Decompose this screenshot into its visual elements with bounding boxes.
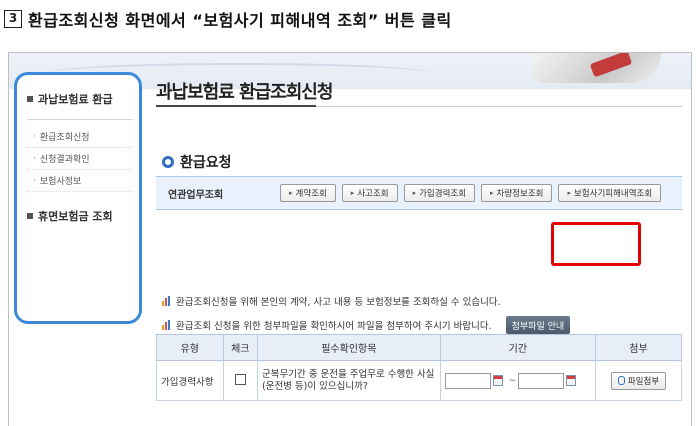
sidebar-item-label: 환급조회신청 xyxy=(39,133,90,143)
instruction-text: 환급조회신청 화면에서 “보험사기 피해내역 조회” 버튼 클릭 xyxy=(28,11,452,30)
circle-bullet-icon xyxy=(162,156,174,168)
calendar-icon[interactable] xyxy=(492,375,503,386)
table-row: 가입경력사항 군복무기간 중 운전을 주업무로 수행한 사실(운전병 등)이 있… xyxy=(156,360,682,401)
row-attach-cell: 파일첨부 xyxy=(595,360,682,401)
arrow-right-icon: ▸ xyxy=(350,189,355,197)
column-header-check: 체크 xyxy=(222,334,259,361)
section-title-label: 환급요청 xyxy=(180,155,232,171)
start-date-input[interactable] xyxy=(444,372,491,389)
sidebar-item-label: 보험사정보 xyxy=(39,177,82,187)
button-label: 사고조회 xyxy=(357,189,389,199)
sidebar-section-label: 휴면보험금 조회 xyxy=(38,210,113,223)
sidebar-item-insurer-info[interactable]: · 보험사정보 xyxy=(27,170,133,192)
row-check-cell xyxy=(222,360,259,401)
dot-bullet-icon: · xyxy=(33,153,36,164)
file-attach-button[interactable]: 파일첨부 xyxy=(610,371,667,390)
related-lookup-bar: 연관업무조회 ▸ 계약조회 ▸ 사고조회 ▸ 가입경력조회 ▸ 차량정보조회 ▸ 보험사기… xyxy=(156,176,682,210)
calendar-icon[interactable] xyxy=(566,375,577,386)
row-type: 가입경력사항 xyxy=(156,360,224,401)
enrollment-history-button[interactable]: ▸ 가입경력조회 xyxy=(403,184,476,202)
attachment-guide-button[interactable]: 첨부파일 안내 xyxy=(505,316,571,334)
column-header-item: 필수확인항목 xyxy=(257,334,441,361)
required-items-table: 유형 체크 필수확인항목 기간 첨부 가입경력사항 군복무기간 중 운전을 주업… xyxy=(156,334,682,401)
arrow-right-icon: ▸ xyxy=(289,189,293,197)
bar-chart-icon xyxy=(162,296,172,306)
row-item-text: 군복무기간 중 운전을 주업무로 수행한 사실(운전병 등)이 있으십니까? xyxy=(257,360,441,401)
date-range: ~ xyxy=(444,372,591,389)
banner-car-illustration xyxy=(531,53,661,83)
bar-chart-icon xyxy=(162,320,172,330)
step-number-box: 3 xyxy=(4,10,22,28)
fraud-damage-lookup-button[interactable]: ▸ 보험사기피해내역조회 xyxy=(558,184,662,202)
info-line-2: 환급조회 신청을 위한 첨부파일을 확인하시어 파일을 첨부하여 주시기 바랍니… xyxy=(162,316,571,334)
sidebar-item-label: 신청결과확인 xyxy=(39,155,90,165)
square-bullet-icon xyxy=(27,213,33,219)
button-label: 차량정보조회 xyxy=(496,189,544,199)
dot-bullet-icon: · xyxy=(33,175,36,186)
sidebar-menu: 과납보험료 환급 · 환급조회신청 · 신청결과확인 · 보험사정보 휴면보험금… xyxy=(14,72,142,324)
arrow-right-icon: ▸ xyxy=(567,189,571,197)
column-header-period: 기간 xyxy=(439,334,597,361)
instruction-header: 3 환급조회신청 화면에서 “보험사기 피해내역 조회” 버튼 클릭 xyxy=(4,6,452,32)
column-header-type: 유형 xyxy=(156,334,224,361)
sidebar-section-label: 과납보험료 환급 xyxy=(38,93,113,106)
info-line-1: 환급조회신청을 위해 본인의 계약, 사고 내용 등 보험정보를 조회하실 수 … xyxy=(162,294,501,308)
row-checkbox[interactable] xyxy=(234,373,246,385)
sidebar-item-refund-request[interactable]: · 환급조회신청 xyxy=(27,126,133,148)
sidebar-section-refund[interactable]: 과납보험료 환급 xyxy=(27,87,133,111)
button-label: 계약조회 xyxy=(295,189,327,199)
accident-lookup-button[interactable]: ▸ 사고조회 xyxy=(341,184,398,202)
button-label: 가입경력조회 xyxy=(419,189,467,199)
sidebar-item-result-check[interactable]: · 신청결과확인 xyxy=(27,148,133,170)
related-lookup-label: 연관업무조회 xyxy=(168,189,224,201)
attach-button-label: 파일첨부 xyxy=(627,376,660,387)
dot-bullet-icon: · xyxy=(33,131,36,142)
sidebar-section-dormant[interactable]: 휴면보험금 조회 xyxy=(27,204,133,228)
range-separator: ~ xyxy=(508,375,517,386)
button-label: 보험사기피해내역조회 xyxy=(573,189,653,199)
info-text: 환급조회 신청을 위한 첨부파일을 확인하시어 파일을 첨부하여 주시기 바랍니… xyxy=(176,321,492,332)
contract-lookup-button[interactable]: ▸ 계약조회 xyxy=(280,184,336,202)
arrow-right-icon: ▸ xyxy=(412,189,417,197)
title-underline xyxy=(156,105,316,107)
vehicle-info-button[interactable]: ▸ 차량정보조회 xyxy=(481,184,553,202)
paperclip-icon xyxy=(617,376,625,385)
end-date-input[interactable] xyxy=(518,372,565,389)
section-title: 환급요청 xyxy=(162,152,232,172)
square-bullet-icon xyxy=(27,96,33,102)
page-title: 과납보험료 환급조회신청 xyxy=(156,82,333,103)
info-text: 환급조회신청을 위해 본인의 계약, 사고 내용 등 보험정보를 조회하실 수 … xyxy=(176,297,501,308)
arrow-right-icon: ▸ xyxy=(490,189,494,197)
row-period-cell: ~ xyxy=(439,360,597,401)
column-header-attach: 첨부 xyxy=(595,334,682,361)
highlight-box xyxy=(551,222,641,266)
table-header-row: 유형 체크 필수확인항목 기간 첨부 xyxy=(156,334,682,361)
sidebar-divider xyxy=(27,119,133,120)
